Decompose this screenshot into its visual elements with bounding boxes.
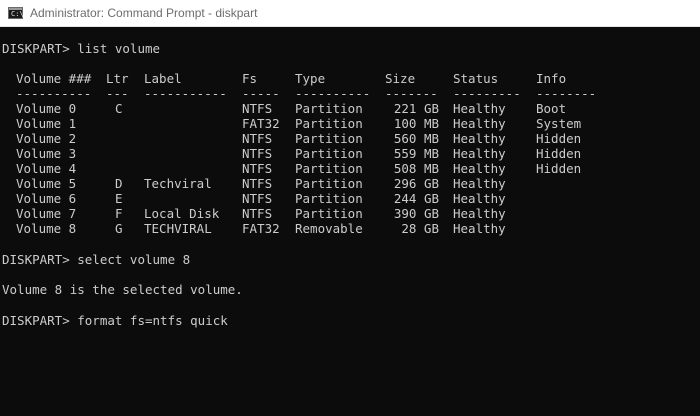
volume-cell: Volume 7 [16,206,77,221]
table-row: Volume 1 FAT32 Partition 100 MB Healthy … [2,116,698,131]
separator-info: -------- [536,86,597,101]
size-cell: 100 MB [393,116,439,131]
command-line-format: DISKPART> format fs=ntfs quick [2,313,228,328]
table-header-row: Volume ### Ltr Label Fs Type Size Status… [2,71,698,86]
label-cell: Techviral [144,176,212,191]
table-separator-row: ---------- --- ----------- ----- -------… [2,86,698,101]
ltr-cell: C [115,101,123,116]
volume-cell: Volume 8 [16,221,77,236]
status-cell: Healthy [453,101,506,116]
size-cell: 390 GB [393,206,439,221]
label-cell: TECHVIRAL [144,221,212,236]
volume-cell: Volume 6 [16,191,77,206]
header-info: Info [536,71,567,86]
volume-cell: Volume 2 [16,131,77,146]
info-cell: Hidden [536,161,582,176]
window-title: Administrator: Command Prompt - diskpart [30,6,258,20]
status-cell: Healthy [453,116,506,131]
volume-cell: Volume 1 [16,116,77,131]
command-line-list-volume: DISKPART> list volume [2,41,161,56]
type-cell: Partition [295,176,363,191]
ltr-cell: F [115,206,123,221]
header-volume: Volume ### [16,71,92,86]
type-cell: Partition [295,131,363,146]
header-status: Status [453,71,499,86]
header-size: Size [385,71,416,86]
status-cell: Healthy [453,161,506,176]
ltr-cell: G [115,221,123,236]
info-cell: Boot [536,101,567,116]
info-cell: Hidden [536,146,582,161]
command-line-select-volume: DISKPART> select volume 8 [2,252,191,267]
ltr-cell: E [115,191,123,206]
fs-cell: NTFS [242,161,273,176]
volume-cell: Volume 4 [16,161,77,176]
fs-cell: NTFS [242,131,273,146]
fs-cell: NTFS [242,206,273,221]
separator-volume: ---------- [16,86,92,101]
fs-cell: NTFS [242,176,273,191]
status-cell: Healthy [453,131,506,146]
status-cell: Healthy [453,191,506,206]
header-type: Type [295,71,326,86]
command-prompt-window: C:\ Administrator: Command Prompt - disk… [0,0,700,416]
info-cell: Hidden [536,131,582,146]
fs-cell: NTFS [242,101,273,116]
table-row: Volume 7 F Local Disk NTFS Partition 390… [2,206,698,221]
table-row: Volume 4 NTFS Partition 508 MB Healthy H… [2,161,698,176]
separator-ltr: --- [106,86,129,101]
header-fs: Fs [242,71,258,86]
volume-cell: Volume 0 [16,101,77,116]
table-row: Volume 0 C NTFS Partition 221 GB Healthy… [2,101,698,116]
table-row: Volume 8 G TECHVIRAL FAT32 Removable 28 … [2,221,698,236]
size-cell: 559 MB [393,146,439,161]
size-cell: 244 GB [393,191,439,206]
console-output[interactable]: DISKPART> list volume Volume ### Ltr Lab… [2,26,698,416]
volume-cell: Volume 5 [16,176,77,191]
header-ltr: Ltr [106,71,129,86]
table-row: Volume 5 D Techviral NTFS Partition 296 … [2,176,698,191]
type-cell: Partition [295,161,363,176]
title-bar[interactable]: C:\ Administrator: Command Prompt - disk… [0,0,700,27]
info-cell: System [536,116,582,131]
type-cell: Removable [295,221,363,236]
status-cell: Healthy [453,176,506,191]
output-message: Volume 8 is the selected volume. [2,282,243,297]
header-label: Label [144,71,182,86]
table-row: Volume 6 E NTFS Partition 244 GB Healthy [2,191,698,206]
separator-fs: ----- [242,86,280,101]
table-row: Volume 2 NTFS Partition 560 MB Healthy H… [2,131,698,146]
table-row: Volume 3 NTFS Partition 559 MB Healthy H… [2,146,698,161]
fs-cell: FAT32 [242,221,280,236]
size-cell: 508 MB [393,161,439,176]
type-cell: Partition [295,206,363,221]
separator-size: ------- [385,86,438,101]
separator-type: ---------- [295,86,371,101]
separator-label: ----------- [144,86,227,101]
status-cell: Healthy [453,221,506,236]
label-cell: Local Disk [144,206,220,221]
size-cell: 560 MB [393,131,439,146]
fs-cell: NTFS [242,191,273,206]
size-cell: 296 GB [393,176,439,191]
separator-status: --------- [453,86,521,101]
status-cell: Healthy [453,206,506,221]
fs-cell: NTFS [242,146,273,161]
ltr-cell: D [115,176,123,191]
type-cell: Partition [295,116,363,131]
status-cell: Healthy [453,146,506,161]
command-prompt-icon: C:\ [8,7,24,19]
size-cell: 28 GB [401,221,439,236]
fs-cell: FAT32 [242,116,280,131]
size-cell: 221 GB [393,101,439,116]
volume-cell: Volume 3 [16,146,77,161]
type-cell: Partition [295,101,363,116]
type-cell: Partition [295,146,363,161]
type-cell: Partition [295,191,363,206]
